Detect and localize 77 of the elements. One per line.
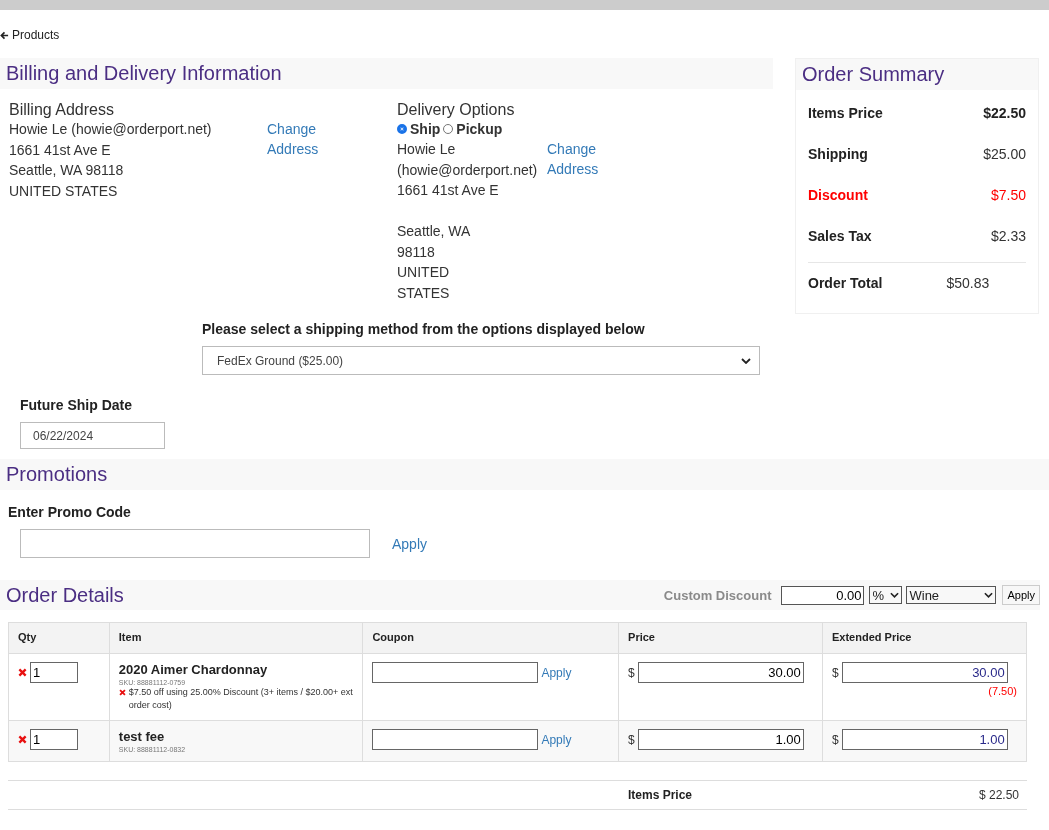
category-dropdown[interactable]: Wine [906,586,997,604]
section-heading: Billing and Delivery Information [0,58,773,89]
apply-link[interactable]: Apply [541,729,572,750]
address-line: Seattle, WA 98118 [9,161,125,180]
discount-amount-field[interactable]: 0.00 [781,585,865,605]
remove-icon[interactable] [118,689,126,696]
delivery-heading: Delivery Options [397,101,516,119]
field-label: Future Ship Date [20,397,133,413]
address-line: 1661 41st Ave E [397,181,500,200]
section-heading: Order Summary [796,59,1038,90]
extended-price-field[interactable]: 30.00 [841,662,1008,683]
column-header: Item [109,622,363,654]
address-line: STATES [397,283,451,303]
apply-link[interactable]: Apply [392,533,428,554]
column-header: Qty [8,622,110,654]
summary-label: Items Price [808,104,883,121]
price-field[interactable]: 30.00 [637,662,804,683]
quantity-field[interactable]: 1 [30,662,78,683]
option-label: Pickup [456,120,503,139]
currency-symbol: $ [832,665,839,680]
item-name: 2020 Aimer Chardonnay [118,662,269,677]
totals-label: Items Price [628,788,693,802]
address-line: UNITED STATES [9,181,119,201]
apply-button[interactable]: Apply [1002,585,1040,605]
section-heading: Promotions [0,459,1049,490]
column-header: Extended Price [822,622,1027,654]
totals-value: $ 22.50 [978,788,1019,802]
chevron-icon [890,592,900,598]
price-field[interactable]: 1.00 [637,729,804,750]
custom-discount-label: Custom Discount [663,587,772,603]
currency-symbol: $ [628,665,635,680]
summary-value: $7.50 [990,186,1026,203]
change-address-link[interactable]: Change Address [547,139,607,303]
remove-icon[interactable] [18,735,27,744]
address-line: Seattle, WA [397,222,472,241]
change-address-link[interactable]: Change Address [267,119,327,303]
section-heading: Order Details [5,583,124,607]
summary-label: Order Total [808,275,883,291]
arrow-left-icon [0,30,9,40]
extended-price-field[interactable]: 1.00 [841,729,1008,750]
unit-dropdown[interactable]: % [869,586,903,604]
address-line: (howie@orderport.net) [397,160,539,180]
address-line: 1661 41st Ave E [9,140,112,160]
date-field[interactable]: 06/22/2024 [20,422,165,449]
column-header: Coupon [362,622,619,654]
summary-label: Sales Tax [808,227,872,244]
coupon-field[interactable] [372,729,539,750]
quantity-field[interactable]: 1 [30,729,78,750]
column-header: Price [618,622,823,654]
address-line: 98118 [397,242,436,262]
summary-value: $50.83 [946,275,990,291]
discount-note: $7.50 off using 25.00% Discount (3+ items / $20.00+ ext order cost) [128,686,354,712]
summary-value: $22.50 [983,104,1026,121]
chevron-icon [984,592,994,598]
currency-symbol: $ [832,732,839,747]
field-label: Enter Promo Code [8,504,132,520]
address-heading: Billing Address [9,101,115,119]
remove-icon[interactable] [18,668,27,677]
shipping-method-dropdown[interactable]: FedEx Ground ($25.00) [202,346,760,375]
field-label: Please select a shipping method from the options displayed below [202,321,646,337]
summary-label: Shipping [808,145,868,162]
summary-label: Discount [808,186,868,203]
apply-link[interactable]: Apply [541,662,572,683]
promo-code-field[interactable] [20,529,370,558]
address-line: Howie Le (howie@orderport.net) [9,120,213,139]
option-label: Ship [410,120,441,139]
coupon-field[interactable] [372,662,539,683]
chevron-icon [741,357,751,364]
back-link[interactable]: Products [0,28,60,42]
address-line: Howie Le [397,140,457,159]
summary-value: $2.33 [990,227,1026,244]
discount-amount: (7.50) [987,685,1017,697]
radio-button[interactable] [397,124,407,134]
summary-value: $25.00 [983,145,1026,162]
currency-symbol: $ [628,732,635,747]
address-line: UNITED [397,263,451,282]
item-name: test fee [118,729,166,744]
